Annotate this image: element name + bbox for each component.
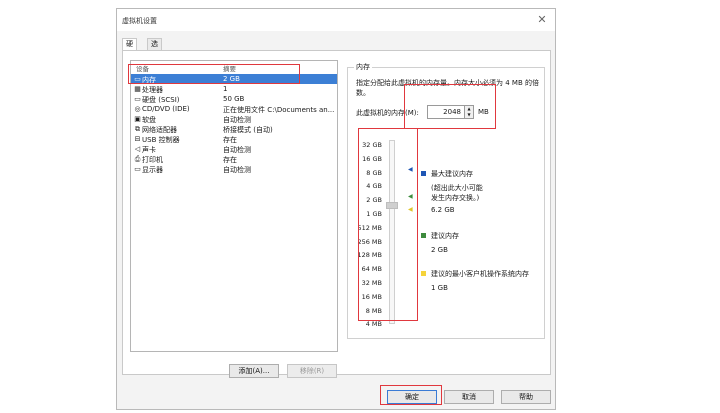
scale-label: 8 MB [365, 306, 382, 315]
sound-icon: ◁ [134, 145, 141, 153]
printer-icon: ⎙ [134, 155, 141, 163]
max-recommended-marker-icon: ◀ [408, 166, 413, 173]
scale-label: 2 GB [366, 196, 382, 205]
device-row[interactable]: ⎙ 打印机 存在 [131, 154, 337, 164]
legend-max-value: 6.2 GB [431, 206, 455, 214]
memory-field-label: 此虚拟机的内存(M): [356, 109, 419, 117]
spinner-down-icon[interactable]: ▼ [465, 112, 473, 118]
scale-label: 1 GB [366, 210, 382, 218]
scale-label: 32 MB [361, 279, 382, 287]
hard-disk-icon: ▭ [134, 95, 141, 103]
legend-minimum-swatch [421, 271, 426, 276]
help-button[interactable]: 帮助 [501, 390, 551, 404]
device-list: 设备 摘要 ▭ 内存 2 GB ▦ 处理器 1 ▭ 硬盘 (SCSI) 50 GB ◎ CD/DVD… [130, 60, 338, 352]
device-list-header: 设备 摘要 [131, 61, 337, 73]
window-title: 虚拟机设置 [122, 17, 157, 25]
device-row[interactable]: ◁ 声卡 自动检测 [131, 144, 337, 154]
memory-input[interactable]: 2048 [427, 105, 465, 119]
processor-icon: ▦ [134, 85, 141, 93]
scale-label: 4 MB [365, 320, 382, 329]
vm-settings-dialog: 虚拟机设置 ✕ 硬件 选项 设备 摘要 ▭内存2 GB▦处理器1▭硬盘 (SCS… [116, 8, 556, 410]
device-row[interactable]: ◎ CD/DVD (IDE) 正在使用文件 C:\Documents an... [131, 104, 337, 114]
legend-max-title: 最大建议内存 [431, 170, 473, 178]
legend-recommended-title: 建议内存 [431, 232, 459, 240]
device-row[interactable]: ⧉ 网络适配器 桥接模式 (自动) [131, 124, 337, 134]
memory-slider-track[interactable] [389, 140, 395, 324]
device-summary: 自动检测 [223, 166, 251, 174]
tab-options[interactable]: 选项 [147, 38, 162, 59]
floppy-icon: ▣ [134, 115, 141, 123]
hardware-panel: 设备 摘要 ▭ 内存 2 GB ▦ 处理器 1 ▭ 硬盘 (SCSI) 50 GB ◎ CD/DVD… [122, 50, 551, 378]
scale-label: 128 MB [357, 251, 382, 260]
cd-dvd-icon: ◎ [134, 105, 141, 113]
device-row[interactable]: ▦ 处理器 1 [131, 84, 337, 94]
display-icon: ▭ [134, 165, 141, 173]
memory-slider-thumb[interactable] [386, 202, 398, 209]
scale-label: 32 GB [362, 141, 382, 149]
add-button[interactable]: 添加(A)... [229, 364, 279, 378]
recommended-marker-icon: ◀ [408, 193, 413, 200]
scale-label: 4 GB [366, 182, 382, 191]
device-row[interactable]: ▣ 软盘 自动检测 [131, 114, 337, 124]
scale-label: 512 MB [357, 223, 382, 232]
network-icon: ⧉ [135, 125, 140, 133]
device-name: CD/DVD (IDE) [142, 105, 190, 113]
device-summary: 2 GB [223, 75, 240, 83]
scale-label: 16 GB [362, 154, 382, 163]
legend-recommended-value: 2 GB [431, 246, 448, 254]
legend-max-swatch [421, 171, 426, 176]
device-row[interactable]: ▭ 硬盘 (SCSI) 50 GB [131, 94, 337, 104]
memory-icon: ▭ [134, 75, 141, 83]
remove-button[interactable]: 移除(R) [287, 364, 337, 378]
close-icon[interactable]: ✕ [535, 13, 549, 27]
legend-recommended-swatch [421, 233, 426, 238]
device-row[interactable]: ⊟ USB 控制器 存在 [131, 134, 337, 144]
memory-spinner[interactable]: ▲ ▼ [465, 105, 474, 119]
column-header-summary: 摘要 [223, 65, 236, 73]
memory-group: 内存 指定分配给此虚拟机的内存量。内存大小必须为 4 MB 的倍数。 此虚拟机的… [347, 62, 545, 339]
scale-label: 16 MB [361, 292, 382, 301]
cancel-button[interactable]: 取消 [444, 390, 494, 404]
minimum-marker-icon: ◀ [408, 206, 413, 213]
usb-icon: ⊟ [134, 135, 141, 143]
title-bar: 虚拟机设置 ✕ [117, 9, 555, 31]
legend-minimum-value: 1 GB [431, 284, 448, 292]
column-header-device: 设备 [136, 65, 149, 73]
device-name: 显示器 [142, 166, 163, 174]
memory-description: 指定分配给此虚拟机的内存量。内存大小必须为 4 MB 的倍数。 [356, 79, 539, 97]
device-summary: 1 [223, 85, 228, 93]
legend-max-note: (超出此大小可能 发生内存交换。) [431, 184, 483, 202]
ok-button[interactable]: 确定 [387, 390, 437, 404]
device-row[interactable]: ▭ 显示器 自动检测 [131, 164, 337, 174]
legend-minimum-title: 建议的最小客户机操作系统内存 [431, 270, 529, 278]
device-row[interactable]: ▭ 内存 2 GB [131, 74, 337, 84]
memory-group-title: 内存 [354, 62, 372, 72]
scale-label: 256 MB [357, 237, 382, 246]
device-summary: 50 GB [223, 95, 245, 103]
memory-unit: MB [478, 108, 489, 116]
scale-label: 64 MB [361, 265, 382, 274]
scale-label: 8 GB [366, 168, 382, 177]
